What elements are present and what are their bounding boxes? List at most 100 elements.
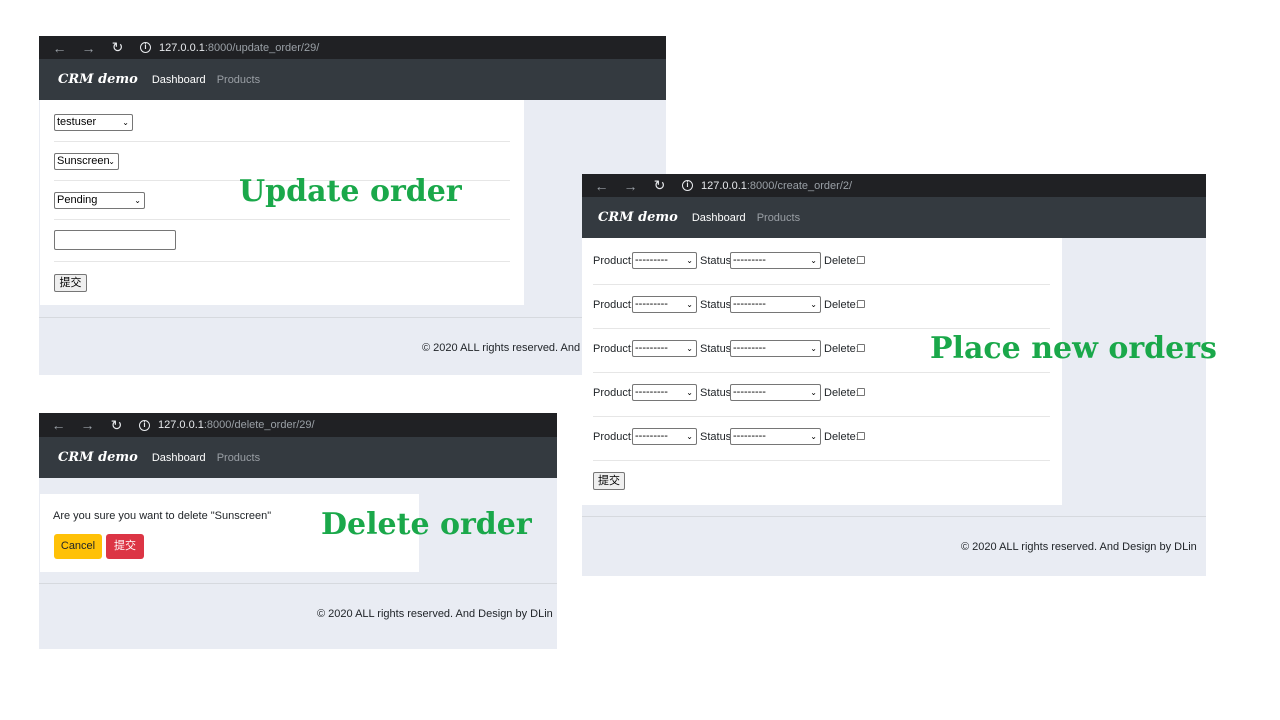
status-select[interactable]: Pending ⌄ xyxy=(54,192,145,209)
status-select-value: --------- xyxy=(733,342,766,354)
status-select[interactable]: --------- ⌄ xyxy=(730,428,821,445)
url-host: 127.0.0.1 xyxy=(701,179,747,192)
url-path: :8000/update_order/29/ xyxy=(204,41,320,54)
status-select[interactable]: --------- ⌄ xyxy=(730,252,821,269)
status-select-value: Pending xyxy=(57,194,98,206)
chevron-down-icon: ⌄ xyxy=(810,300,817,309)
caption-delete-order: Delete order xyxy=(321,507,532,542)
product-select-value: Sunscreen xyxy=(57,155,110,167)
delete-confirm-text: Are you sure you want to delete "Sunscre… xyxy=(53,510,272,522)
product-select-value: --------- xyxy=(635,254,668,266)
chevron-down-icon: ⌄ xyxy=(686,256,693,265)
footer: © 2020 ALL rights reserved. And Design b… xyxy=(39,583,557,649)
delete-label: Delete: xyxy=(824,387,859,399)
url-path: :8000/delete_order/29/ xyxy=(203,419,315,431)
url-text[interactable]: 127.0.0.1:8000/create_order/2/ xyxy=(701,180,852,192)
footer: © 2020 ALL rights reserved. And Design b… xyxy=(582,516,1206,576)
delete-checkbox[interactable] xyxy=(857,300,865,308)
chevron-down-icon: ⌄ xyxy=(686,300,693,309)
nav-dashboard[interactable]: Dashboard xyxy=(692,212,746,224)
forward-icon[interactable]: → xyxy=(616,178,645,194)
reload-icon[interactable]: ↻ xyxy=(102,417,131,434)
chevron-down-icon: ⌄ xyxy=(810,344,817,353)
chevron-down-icon: ⌄ xyxy=(134,196,141,205)
reload-icon[interactable]: ↻ xyxy=(103,39,132,56)
back-icon[interactable]: ← xyxy=(44,417,73,433)
top-navbar: CRM demo Dashboard Products xyxy=(39,59,666,100)
url-host: 127.0.0.1 xyxy=(159,41,205,54)
delete-label: Delete: xyxy=(824,343,859,355)
brand-logo[interactable]: CRM demo xyxy=(58,450,138,465)
footer-text: © 2020 ALL rights reserved. And Design b… xyxy=(961,541,1197,553)
delete-checkbox[interactable] xyxy=(857,344,865,352)
nav-dashboard[interactable]: Dashboard xyxy=(152,74,206,86)
delete-label: Delete: xyxy=(824,299,859,311)
product-label: Product: xyxy=(593,343,634,355)
chevron-down-icon: ⌄ xyxy=(686,388,693,397)
back-icon[interactable]: ← xyxy=(587,178,616,194)
url-text[interactable]: 127.0.0.1:8000/update_order/29/ xyxy=(159,42,319,54)
chevron-down-icon: ⌄ xyxy=(686,344,693,353)
product-select[interactable]: --------- ⌄ xyxy=(632,296,697,313)
footer: © 2020 ALL rights reserved. And D xyxy=(39,317,666,375)
product-select-value: --------- xyxy=(635,386,668,398)
product-label: Product: xyxy=(593,387,634,399)
site-info-icon[interactable]: i xyxy=(682,180,693,191)
confirm-delete-button[interactable]: 提交 xyxy=(106,534,144,559)
chevron-down-icon: ⌄ xyxy=(810,388,817,397)
nav-products[interactable]: Products xyxy=(217,74,260,86)
back-icon[interactable]: ← xyxy=(45,40,74,56)
status-select-value: --------- xyxy=(733,298,766,310)
caption-place-new-orders: Place new orders xyxy=(930,331,1217,366)
product-select[interactable]: --------- ⌄ xyxy=(632,252,697,269)
delete-label: Delete: xyxy=(824,255,859,267)
top-navbar: CRM demo Dashboard Products xyxy=(582,197,1206,238)
status-select-value: --------- xyxy=(733,386,766,398)
brand-logo[interactable]: CRM demo xyxy=(58,72,138,87)
product-select[interactable]: --------- ⌄ xyxy=(632,428,697,445)
status-select[interactable]: --------- ⌄ xyxy=(730,340,821,357)
url-text[interactable]: 127.0.0.1:8000/delete_order/29/ xyxy=(158,419,315,431)
footer-text: © 2020 ALL rights reserved. And Design b… xyxy=(317,608,553,620)
submit-button[interactable]: 提交 xyxy=(54,274,87,292)
nav-dashboard[interactable]: Dashboard xyxy=(152,452,206,464)
forward-icon[interactable]: → xyxy=(74,40,103,56)
site-info-icon[interactable]: i xyxy=(139,419,150,431)
site-info-icon[interactable]: i xyxy=(140,42,151,53)
chevron-down-icon: ⌄ xyxy=(810,432,817,441)
url-host: 127.0.0.1 xyxy=(158,419,204,431)
note-input[interactable] xyxy=(54,230,176,250)
submit-button[interactable]: 提交 xyxy=(593,472,625,490)
status-select[interactable]: --------- ⌄ xyxy=(730,296,821,313)
chevron-down-icon: ⌄ xyxy=(810,256,817,265)
product-select[interactable]: --------- ⌄ xyxy=(632,340,697,357)
product-label: Product: xyxy=(593,255,634,267)
status-select-value: --------- xyxy=(733,254,766,266)
forward-icon[interactable]: → xyxy=(73,417,102,433)
browser-address-bar: ← → ↻ i 127.0.0.1:8000/update_order/29/ xyxy=(39,36,666,59)
product-select-value: --------- xyxy=(635,342,668,354)
delete-checkbox[interactable] xyxy=(857,432,865,440)
reload-icon[interactable]: ↻ xyxy=(645,177,674,194)
nav-products[interactable]: Products xyxy=(757,212,800,224)
cancel-button[interactable]: Cancel xyxy=(54,534,102,559)
product-label: Product: xyxy=(593,431,634,443)
product-select[interactable]: --------- ⌄ xyxy=(632,384,697,401)
nav-products[interactable]: Products xyxy=(217,452,260,464)
status-select[interactable]: --------- ⌄ xyxy=(730,384,821,401)
product-select-value: --------- xyxy=(635,430,668,442)
product-select[interactable]: Sunscreen ⌄ xyxy=(54,153,119,170)
chevron-down-icon: ⌄ xyxy=(122,118,129,127)
delete-label: Delete: xyxy=(824,431,859,443)
status-select-value: --------- xyxy=(733,430,766,442)
url-path: :8000/create_order/2/ xyxy=(746,179,853,192)
delete-checkbox[interactable] xyxy=(857,256,865,264)
brand-logo[interactable]: CRM demo xyxy=(598,210,678,225)
browser-address-bar: ← → ↻ i 127.0.0.1:8000/create_order/2/ xyxy=(582,174,1206,197)
delete-checkbox[interactable] xyxy=(857,388,865,396)
browser-address-bar: ← → ↻ i 127.0.0.1:8000/delete_order/29/ xyxy=(39,413,557,437)
customer-select[interactable]: testuser ⌄ xyxy=(54,114,133,131)
caption-update-order: Update order xyxy=(239,174,462,209)
chevron-down-icon: ⌄ xyxy=(686,432,693,441)
create-order-window: ← → ↻ i 127.0.0.1:8000/create_order/2/ C… xyxy=(582,174,1206,576)
